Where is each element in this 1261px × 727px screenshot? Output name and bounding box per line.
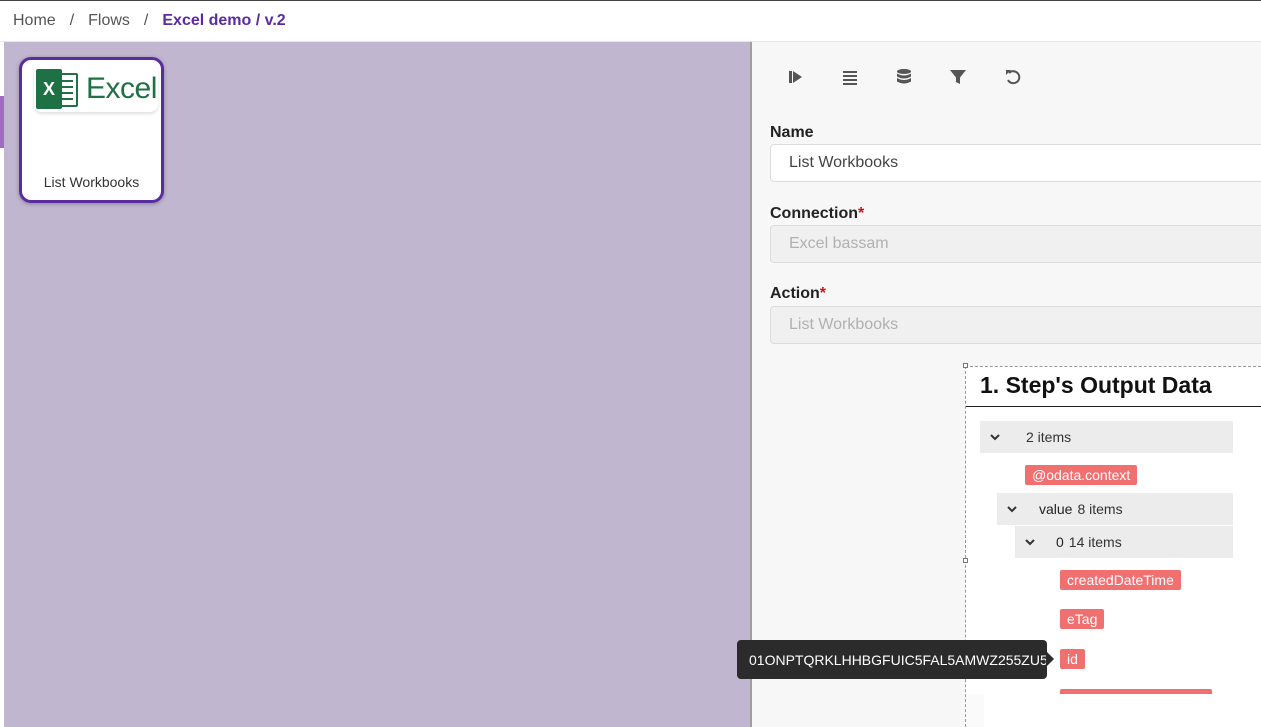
name-input[interactable]: List Workbooks [770,144,1261,182]
tree-row-item-0[interactable]: 0 14 items [1015,526,1233,558]
tree-key-odata-context[interactable]: @odata.context [1025,465,1138,485]
tree-key-id[interactable]: id [1060,649,1085,669]
breadcrumb-separator: / [69,12,75,29]
run-step-icon [789,71,802,83]
tree-count: 2 items [1026,429,1072,445]
tree-count: 14 items [1068,534,1122,550]
breadcrumb-current: Excel demo / v.2 [162,12,286,29]
connection-label-text: Connection [770,205,858,222]
action-label-text: Action [770,285,820,302]
tree-row-value[interactable]: value 8 items [997,493,1233,525]
tree-key: 0 [1056,534,1064,550]
undo-button[interactable] [1001,65,1025,89]
tooltip-arrow [1046,651,1054,667]
breadcrumb: Home / Flows / Excel demo / v.2 [0,0,1261,42]
output-bottom-fade [968,694,1261,727]
output-title-divider [966,406,1261,407]
tree-key: value [1039,501,1073,517]
action-label: Action* [770,285,826,303]
required-mark: * [819,285,827,302]
breadcrumb-flows[interactable]: Flows [88,12,130,30]
run-step-button[interactable] [784,65,808,89]
tree-key-etag[interactable]: eTag [1060,609,1105,629]
chevron-down-icon[interactable] [1015,536,1045,548]
name-label-text: Name [770,124,814,141]
excel-x-letter: X [36,69,62,109]
list-view-button[interactable] [838,65,862,89]
tree-key-created-date-time[interactable]: createdDateTime [1060,570,1181,590]
chevron-down-icon[interactable] [980,431,1010,443]
excel-logo-text: Excel [86,72,157,105]
tree-row-root[interactable]: 2 items [980,421,1233,453]
output-title: 1. Step's Output Data [980,372,1212,398]
resize-handle[interactable] [963,558,968,563]
undo-icon [1006,70,1021,85]
chevron-down-icon[interactable] [997,503,1027,515]
filter-button[interactable] [946,65,970,89]
output-bottom-patch [966,694,984,727]
required-mark: * [858,205,865,222]
database-icon [897,69,911,84]
connection-label: Connection* [770,205,864,223]
connection-select: Excel bassam [770,225,1261,263]
breadcrumb-home[interactable]: Home [13,12,56,30]
filter-icon [950,70,966,84]
excel-icon: X [36,69,80,109]
list-icon [843,71,857,85]
node-label: List Workbooks [43,174,140,190]
data-button[interactable] [892,65,916,89]
resize-handle[interactable] [963,363,968,368]
breadcrumb-separator: / [143,12,149,29]
value-tooltip: 01ONPTQRKLHHBGFUIC5FAL5AMWZ255ZU56 [737,640,1056,679]
flow-node-list-workbooks[interactable]: X Excel List Workbooks [19,57,164,203]
name-label: Name [770,124,814,142]
tree-count: 8 items [1077,501,1123,517]
action-select: List Workbooks [770,306,1261,344]
excel-logo: X Excel [34,66,158,112]
